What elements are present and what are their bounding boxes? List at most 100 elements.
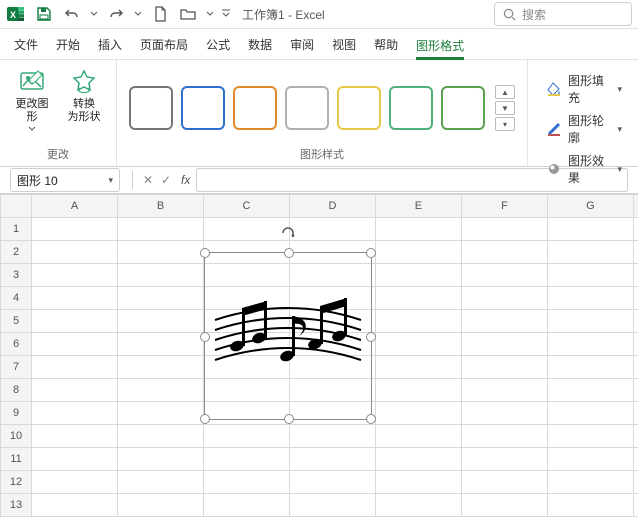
cell[interactable]	[32, 310, 118, 333]
cell[interactable]	[118, 494, 204, 517]
col-header[interactable]: E	[375, 195, 461, 218]
resize-handle-nw[interactable]	[200, 248, 210, 258]
worksheet-grid[interactable]: A B C D E F G H 12345678910111213	[0, 194, 638, 519]
cell[interactable]	[118, 241, 204, 264]
cell[interactable]	[118, 379, 204, 402]
col-header[interactable]: B	[118, 195, 204, 218]
save-icon[interactable]	[32, 2, 56, 26]
open-folder-icon[interactable]	[176, 2, 200, 26]
cell[interactable]	[633, 241, 638, 264]
cell[interactable]	[633, 287, 638, 310]
rotate-handle[interactable]	[280, 225, 296, 241]
cell[interactable]	[375, 333, 461, 356]
cell[interactable]	[118, 333, 204, 356]
tab-graphics-format[interactable]: 图形格式	[416, 31, 464, 60]
cell[interactable]	[375, 356, 461, 379]
col-header[interactable]: A	[32, 195, 118, 218]
cell[interactable]	[633, 448, 638, 471]
cell[interactable]	[461, 448, 547, 471]
tab-review[interactable]: 审阅	[290, 30, 314, 59]
cell[interactable]	[633, 264, 638, 287]
cell[interactable]	[375, 264, 461, 287]
row-header[interactable]: 4	[1, 287, 32, 310]
style-outline-gray[interactable]	[285, 86, 329, 130]
cell[interactable]	[375, 310, 461, 333]
cell[interactable]	[118, 310, 204, 333]
cell[interactable]	[118, 402, 204, 425]
style-outline-yellow[interactable]	[337, 86, 381, 130]
style-outline-orange[interactable]	[233, 86, 277, 130]
cell[interactable]	[547, 379, 633, 402]
select-all-corner[interactable]	[1, 195, 32, 218]
cell[interactable]	[461, 264, 547, 287]
cell[interactable]	[118, 356, 204, 379]
cell[interactable]	[461, 241, 547, 264]
cell[interactable]	[375, 494, 461, 517]
tab-layout[interactable]: 页面布局	[140, 30, 188, 59]
col-header[interactable]: C	[204, 195, 290, 218]
cell[interactable]	[118, 218, 204, 241]
cell[interactable]	[32, 425, 118, 448]
cell[interactable]	[375, 402, 461, 425]
fx-icon[interactable]: fx	[181, 173, 190, 187]
resize-handle-n[interactable]	[284, 248, 294, 258]
cell[interactable]	[204, 471, 290, 494]
style-scroll-down[interactable]: ▼	[495, 101, 515, 115]
resize-handle-w[interactable]	[200, 332, 210, 342]
cell[interactable]	[547, 218, 633, 241]
graphic-effects-button[interactable]: 图形效果 ▾	[542, 150, 626, 188]
selected-shape-frame[interactable]	[204, 252, 372, 420]
tab-formulas[interactable]: 公式	[206, 30, 230, 59]
cell[interactable]	[547, 471, 633, 494]
resize-handle-e[interactable]	[366, 332, 376, 342]
cell[interactable]	[547, 494, 633, 517]
cell[interactable]	[461, 218, 547, 241]
cell[interactable]	[204, 448, 290, 471]
redo-icon[interactable]	[104, 2, 128, 26]
row-header[interactable]: 1	[1, 218, 32, 241]
cell[interactable]	[633, 471, 638, 494]
enter-icon[interactable]: ✓	[157, 173, 175, 187]
style-outline-teal[interactable]	[389, 86, 433, 130]
cell[interactable]	[118, 425, 204, 448]
change-graphic-button[interactable]: 更改图 形	[8, 64, 56, 144]
cell[interactable]	[547, 287, 633, 310]
row-header[interactable]: 5	[1, 310, 32, 333]
cell[interactable]	[290, 448, 376, 471]
cell[interactable]	[32, 494, 118, 517]
col-header[interactable]: F	[461, 195, 547, 218]
tab-home[interactable]: 开始	[56, 30, 80, 59]
style-gallery-expand[interactable]: ▾	[495, 117, 515, 131]
cell[interactable]	[633, 379, 638, 402]
cell[interactable]	[461, 333, 547, 356]
cell[interactable]	[118, 264, 204, 287]
tab-help[interactable]: 帮助	[374, 30, 398, 59]
cell[interactable]	[375, 241, 461, 264]
open-dropdown-icon[interactable]	[204, 2, 216, 26]
col-header[interactable]: H	[633, 195, 638, 218]
style-outline-black[interactable]	[129, 86, 173, 130]
cell[interactable]	[461, 379, 547, 402]
cell[interactable]	[32, 241, 118, 264]
cell[interactable]	[290, 494, 376, 517]
cell[interactable]	[204, 425, 290, 448]
style-scroll-up[interactable]: ▲	[495, 85, 515, 99]
redo-dropdown-icon[interactable]	[132, 2, 144, 26]
tab-file[interactable]: 文件	[14, 30, 38, 59]
row-header[interactable]: 13	[1, 494, 32, 517]
cell[interactable]	[118, 471, 204, 494]
row-header[interactable]: 11	[1, 448, 32, 471]
cell[interactable]	[547, 448, 633, 471]
cell[interactable]	[375, 425, 461, 448]
row-header[interactable]: 6	[1, 333, 32, 356]
cell[interactable]	[633, 333, 638, 356]
cell[interactable]	[290, 425, 376, 448]
cell[interactable]	[32, 402, 118, 425]
cell[interactable]	[204, 494, 290, 517]
cell[interactable]	[633, 425, 638, 448]
new-doc-icon[interactable]	[148, 2, 172, 26]
cell[interactable]	[633, 218, 638, 241]
resize-handle-ne[interactable]	[366, 248, 376, 258]
row-header[interactable]: 8	[1, 379, 32, 402]
undo-icon[interactable]	[60, 2, 84, 26]
